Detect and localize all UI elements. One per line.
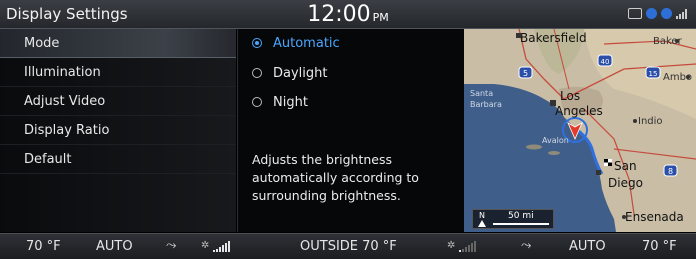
map-city-label: Barbara (470, 100, 502, 109)
map-scale: N 50 mi (472, 209, 554, 229)
scale-bar (493, 223, 549, 225)
radio-button[interactable] (252, 97, 262, 107)
map-city-label: Indio (638, 116, 663, 127)
option-automatic[interactable]: Automatic (252, 33, 340, 53)
menu-item-label: Illumination (24, 65, 101, 80)
fan-speed-right[interactable]: ✲ (447, 240, 477, 252)
phone-icon (661, 8, 672, 19)
menu-item-mode[interactable]: Mode (0, 29, 236, 58)
map-city-label: Angeles (555, 104, 603, 118)
driver-climate-mode[interactable]: AUTO (96, 239, 133, 254)
fan-icon: ✲ (447, 240, 456, 251)
svg-text:8: 8 (668, 167, 673, 176)
menu-item-illumination[interactable]: Illumination (0, 58, 236, 87)
menu-item-adjust-video[interactable]: Adjust Video (0, 87, 236, 116)
svg-text:5: 5 (523, 69, 528, 78)
map-canvas: 5 40 15 8 (464, 29, 696, 232)
highway-shield-5: 5 (518, 66, 533, 79)
north-arrow-icon (478, 220, 486, 227)
clock-time: 12:00 (307, 2, 371, 27)
climate-bar: 70 °F AUTO ⤳ ✲ OUTSIDE 70 °F ✲ ⤳ AUTO 70… (0, 233, 696, 259)
map-city-label: Ambo (663, 72, 693, 83)
status-icons (628, 8, 688, 19)
navigation-map[interactable]: 5 40 15 8 Bakersfield Baker Ambo Santa B… (464, 29, 696, 232)
highway-shield-40: 40 (597, 54, 613, 67)
bluetooth-icon (646, 8, 657, 19)
mode-options-panel: Automatic Daylight Night Adjusts the bri… (237, 29, 464, 232)
north-label: N (479, 211, 485, 220)
radio-button[interactable] (252, 68, 262, 78)
map-city-label: Santa (470, 89, 494, 98)
map-city-label: San (614, 159, 637, 173)
scale-distance: 50 mi (508, 211, 534, 221)
passenger-climate-mode[interactable]: AUTO (569, 239, 606, 254)
driver-vent-icon[interactable]: ⤳ (166, 238, 176, 253)
map-city-label: Diego (608, 176, 643, 190)
map-city-label: Ensenada (625, 210, 684, 224)
highway-shield-15: 15 (645, 66, 661, 79)
menu-item-label: Mode (24, 36, 60, 51)
svg-text:15: 15 (649, 70, 658, 78)
menu-item-label: Adjust Video (24, 94, 106, 109)
option-label: Night (273, 94, 308, 110)
menu-item-label: Default (24, 152, 72, 167)
option-daylight[interactable]: Daylight (252, 63, 327, 83)
camera-icon (628, 8, 642, 19)
mode-description: Adjusts the brightness automatically acc… (252, 152, 419, 203)
menu-item-label: Display Ratio (24, 123, 110, 138)
map-city-label: Bakersfield (520, 31, 587, 45)
fan-icon: ✲ (201, 240, 210, 251)
option-label: Daylight (273, 65, 328, 81)
menu-item-display-ratio[interactable]: Display Ratio (0, 116, 236, 145)
fan-speed-left[interactable]: ✲ (201, 240, 231, 252)
passenger-temperature[interactable]: 70 °F (642, 239, 677, 254)
map-city-label: Baker (653, 36, 682, 47)
highway-shield-8: 8 (663, 164, 678, 177)
passenger-vent-icon[interactable]: ⤳ (521, 238, 531, 253)
driver-temperature[interactable]: 70 °F (26, 239, 61, 254)
option-night[interactable]: Night (252, 92, 308, 112)
map-city-label: Avalon (542, 136, 569, 145)
map-city-label: Los (560, 89, 581, 103)
radio-button-selected[interactable] (252, 38, 262, 48)
menu-item-default[interactable]: Default (0, 145, 236, 174)
svg-text:40: 40 (601, 58, 610, 66)
signal-icon (676, 8, 688, 19)
settings-menu: Mode Illumination Adjust Video Display R… (0, 29, 236, 232)
clock-ampm: PM (372, 11, 389, 24)
status-bar: Display Settings 12:00 PM (0, 0, 696, 29)
clock: 12:00 PM (0, 2, 696, 27)
outside-temperature: OUTSIDE 70 °F (300, 239, 397, 254)
option-label: Automatic (273, 35, 340, 51)
